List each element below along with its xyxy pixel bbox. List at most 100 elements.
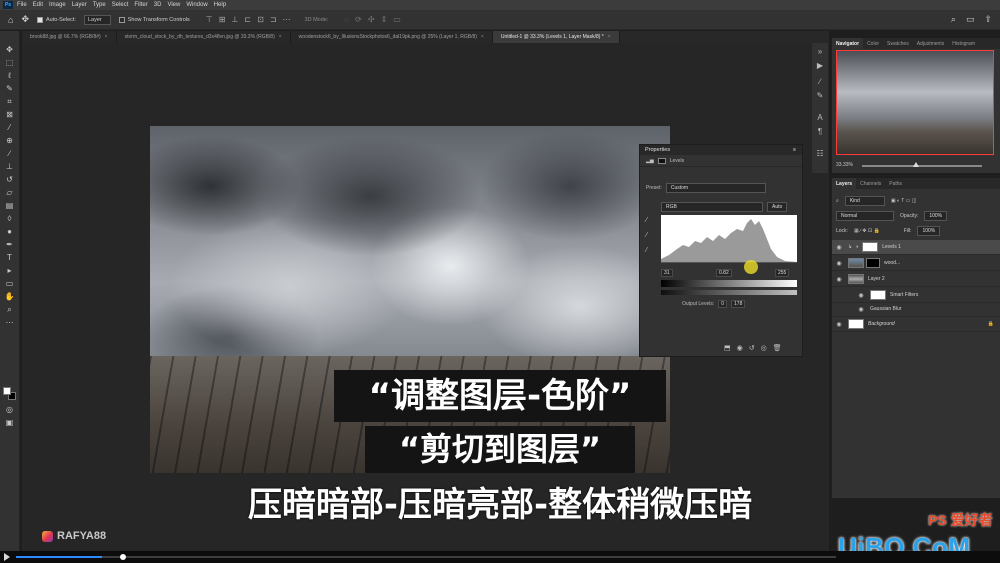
checkbox-box[interactable] bbox=[36, 16, 43, 23]
scale-icon[interactable]: ▭ bbox=[393, 15, 401, 24]
frame-tool-icon[interactable]: ⊠ bbox=[4, 110, 15, 119]
tab-navigator[interactable]: Navigator bbox=[832, 38, 864, 49]
collapse-arrows-icon[interactable]: » bbox=[815, 47, 825, 57]
close-icon[interactable]: × bbox=[481, 34, 484, 40]
input-gamma-field[interactable]: 0.82 bbox=[716, 269, 732, 277]
fill-value[interactable]: 100% bbox=[917, 226, 941, 236]
panel-menu-icon[interactable]: ≡ bbox=[793, 147, 796, 155]
navigator-preview[interactable] bbox=[836, 50, 994, 155]
navigator-zoom-value[interactable]: 33.33% bbox=[836, 162, 853, 168]
foreground-color-swatch[interactable] bbox=[3, 387, 11, 395]
home-icon[interactable]: ⌂ bbox=[8, 15, 13, 25]
input-white-field[interactable]: 255 bbox=[775, 269, 790, 277]
close-icon[interactable]: × bbox=[608, 34, 611, 40]
character-icon[interactable]: A bbox=[815, 113, 825, 123]
eye-icon[interactable]: ◉ bbox=[834, 244, 844, 251]
gradient-tool-icon[interactable]: ▤ bbox=[4, 201, 15, 210]
menu-window[interactable]: Window bbox=[186, 2, 207, 8]
reset-icon[interactable]: ↺ bbox=[749, 344, 755, 352]
align-top-icon[interactable]: ⊤ bbox=[206, 15, 213, 24]
eye-icon[interactable]: ◉ bbox=[834, 260, 844, 267]
shape-tool-icon[interactable]: ▭ bbox=[4, 279, 15, 288]
input-black-field[interactable]: 31 bbox=[661, 269, 673, 277]
gray-point-eyedropper-icon[interactable]: ⁄ bbox=[646, 232, 647, 239]
eye-icon[interactable]: ◉ bbox=[856, 292, 866, 299]
layer-row-wood[interactable]: ◉ wood... bbox=[832, 256, 1000, 271]
eraser-tool-icon[interactable]: ▱ bbox=[4, 188, 15, 197]
eye-icon[interactable]: ◉ bbox=[856, 306, 866, 313]
video-scrub-handle[interactable] bbox=[119, 554, 126, 560]
tab-document-2[interactable]: storm_cloud_stock_by_dh_textures_d3x48vn… bbox=[117, 31, 291, 43]
more-icon[interactable]: ⋯ bbox=[283, 15, 291, 24]
close-icon[interactable]: × bbox=[279, 34, 282, 40]
marquee-tool-icon[interactable]: ⬚ bbox=[4, 58, 15, 67]
layer-row-levels[interactable]: ◉ ↳ ◑ Levels 1 bbox=[832, 240, 1000, 255]
tab-document-3[interactable]: woodenstock6_by_IllusionsStockphotos6_da… bbox=[291, 31, 493, 43]
target-select-value[interactable]: Layer bbox=[83, 14, 111, 25]
crop-tool-icon[interactable]: ⌗ bbox=[4, 97, 15, 106]
layer-mask-thumbnail[interactable] bbox=[862, 242, 879, 252]
tab-channels[interactable]: Channels bbox=[856, 178, 885, 189]
play-icon[interactable] bbox=[4, 553, 10, 561]
close-icon[interactable]: × bbox=[105, 34, 108, 40]
edit-toolbar-icon[interactable]: ⋯ bbox=[4, 318, 15, 327]
search-icon[interactable]: ⌕ bbox=[951, 14, 956, 25]
layer-row-smart-filters[interactable]: ◉ Smart Filters bbox=[832, 288, 1000, 303]
dodge-tool-icon[interactable]: ● bbox=[4, 227, 15, 236]
history-brush-tool-icon[interactable]: ↺ bbox=[4, 175, 15, 184]
zoom-slider-handle[interactable] bbox=[913, 162, 919, 167]
tab-document-1[interactable]: brook88.jpg @ 66.7% (RGB/8#) × bbox=[22, 31, 117, 43]
share-icon[interactable]: ⇪ bbox=[984, 14, 992, 25]
eye-icon[interactable]: ◉ bbox=[834, 276, 844, 283]
view-previous-icon[interactable]: ◉ bbox=[737, 344, 743, 352]
black-point-eyedropper-icon[interactable]: ⁄ bbox=[646, 217, 647, 224]
align-center-icon[interactable]: ⊡ bbox=[257, 15, 264, 24]
video-track[interactable] bbox=[16, 554, 836, 560]
align-bottom-icon[interactable]: ⊥ bbox=[231, 15, 238, 24]
layer-thumbnail[interactable] bbox=[848, 258, 864, 268]
output-black-field[interactable]: 0 bbox=[718, 300, 728, 308]
hand-tool-icon[interactable]: ✋ bbox=[4, 292, 15, 301]
tab-swatches[interactable]: Swatches bbox=[883, 38, 913, 49]
layer-row-gaussian-blur[interactable]: ◉ Gaussian Blur bbox=[832, 302, 1000, 317]
auto-select-checkbox[interactable]: Auto-Select: bbox=[36, 16, 76, 23]
input-levels-bar[interactable] bbox=[661, 280, 797, 287]
lasso-tool-icon[interactable]: ℓ bbox=[4, 71, 15, 80]
show-transform-checkbox[interactable]: Show Transform Controls bbox=[118, 16, 190, 23]
play-action-icon[interactable]: ▶ bbox=[815, 61, 825, 71]
eye-icon[interactable]: ◉ bbox=[834, 321, 844, 328]
layer-row-background[interactable]: ◉ Background 🔒 bbox=[832, 317, 1000, 332]
lock-icons[interactable]: ▦ ∕ ✥ ⊡ 🔒 bbox=[854, 228, 880, 234]
visibility-icon[interactable]: ◎ bbox=[761, 344, 767, 352]
menu-filter[interactable]: Filter bbox=[134, 2, 147, 8]
output-levels-bar[interactable] bbox=[661, 290, 797, 295]
path-select-tool-icon[interactable]: ▸ bbox=[4, 266, 15, 275]
eyedropper-tool-icon[interactable]: ⁄ bbox=[4, 123, 15, 132]
filter-icons[interactable]: ▣ ◐ T ▭ ◫ bbox=[891, 198, 917, 204]
screen-mode-icon[interactable]: ▣ bbox=[4, 418, 15, 427]
menu-type[interactable]: Type bbox=[93, 2, 106, 8]
target-select[interactable]: Layer bbox=[83, 14, 111, 25]
navigator-zoom-slider[interactable] bbox=[862, 165, 982, 167]
brush-tool-icon[interactable]: ∕ bbox=[4, 149, 15, 158]
auto-button[interactable]: Auto bbox=[767, 202, 788, 212]
properties-panel-icon[interactable]: ☷ bbox=[815, 149, 825, 159]
align-right-icon[interactable]: ⊐ bbox=[270, 15, 277, 24]
brush-settings-icon[interactable]: ∕ bbox=[815, 77, 825, 87]
clone-stamp-tool-icon[interactable]: ⊥ bbox=[4, 162, 15, 171]
slide-icon[interactable]: ⇕ bbox=[381, 15, 388, 24]
menu-select[interactable]: Select bbox=[112, 2, 129, 8]
align-middle-icon[interactable]: ⊞ bbox=[219, 15, 226, 24]
layer-thumbnail[interactable] bbox=[848, 274, 864, 284]
tab-paths[interactable]: Paths bbox=[885, 178, 906, 189]
move-tool-icon[interactable]: ✥ bbox=[21, 14, 29, 25]
output-white-field[interactable]: 178 bbox=[731, 300, 746, 308]
quick-select-tool-icon[interactable]: ✎ bbox=[4, 84, 15, 93]
mask-icon[interactable] bbox=[657, 157, 666, 164]
quick-mask-icon[interactable]: ◎ bbox=[4, 405, 15, 414]
align-left-icon[interactable]: ⊏ bbox=[244, 15, 251, 24]
preset-dropdown[interactable]: Custom bbox=[665, 183, 766, 193]
tab-histogram[interactable]: Histogram bbox=[948, 38, 979, 49]
filter-mask-thumbnail[interactable] bbox=[870, 290, 886, 300]
brushes-icon[interactable]: ✎ bbox=[815, 91, 825, 101]
